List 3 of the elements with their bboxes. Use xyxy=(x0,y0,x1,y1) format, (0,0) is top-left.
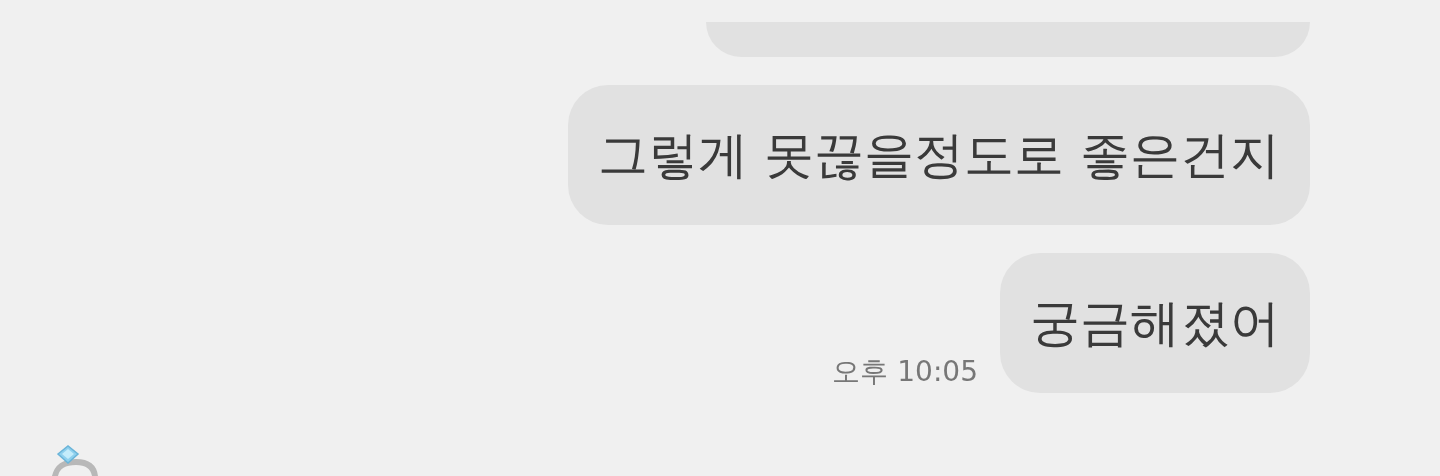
message-bubble: 궁금해졌어 xyxy=(1000,253,1310,393)
message-time: 오후 10:05 xyxy=(832,354,978,390)
message-bubble: 그렇게 못끊을정도로 좋은건지 xyxy=(568,85,1310,225)
